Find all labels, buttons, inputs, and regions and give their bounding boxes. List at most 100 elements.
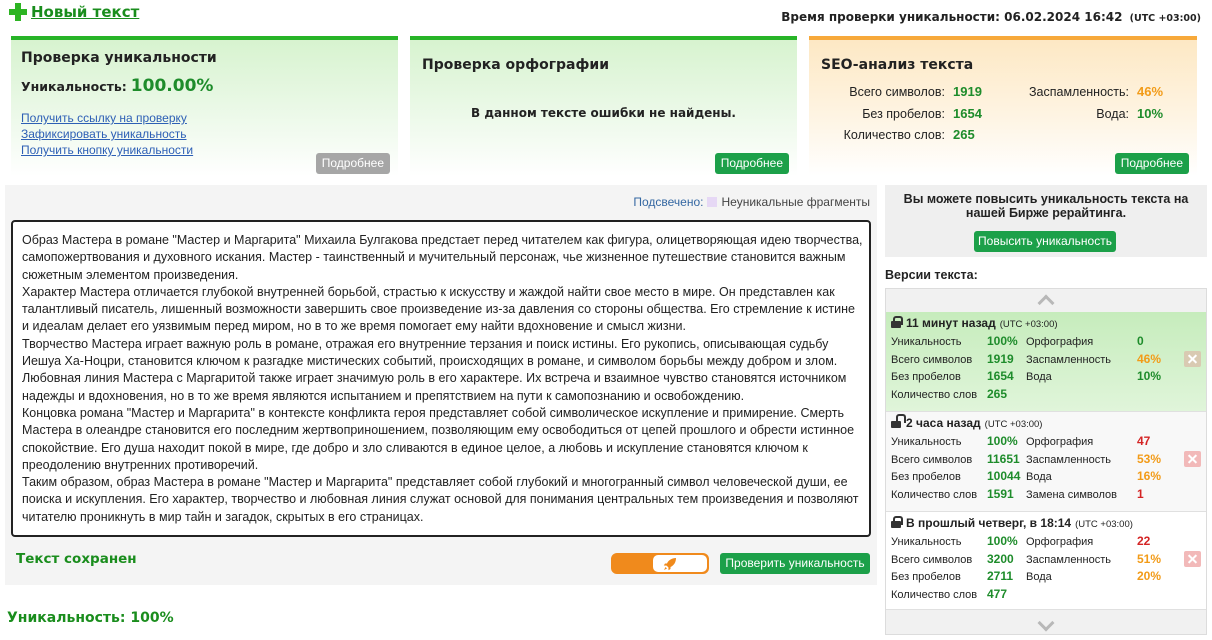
versions-panel: 11 минут назад (UTC +03:00) Уникальность 10…: [885, 288, 1207, 635]
delete-version-button[interactable]: [1184, 551, 1201, 567]
article-paragraph: Любовная линия Мастера с Маргаритой такж…: [22, 371, 847, 403]
version-stat-label: Без пробелов: [891, 471, 961, 483]
seo-stat-value: 1654: [953, 105, 982, 121]
version-stat-value: 10044: [987, 469, 1021, 483]
version-stat-label: Орфография: [1026, 536, 1094, 548]
version-time: 2 часа назад: [906, 416, 981, 430]
version-stat-value: 2711: [987, 569, 1014, 583]
highlight-label: Подсвечено:: [633, 195, 704, 209]
version-stat-label: Орфография: [1026, 436, 1094, 448]
article-paragraph: Таким образом, образ Мастера в романе "М…: [22, 475, 859, 524]
version-stat-label: Вода: [1026, 371, 1052, 383]
spelling-card: Проверка орфографии В данном тексте ошиб…: [410, 36, 797, 176]
version-stats-row: Без пробелов 2711 Вода 20%: [891, 568, 1161, 586]
seo-stat-label: Вода:: [1096, 106, 1129, 121]
version-stats: Уникальность 100% Орфография 0 Всего символо…: [891, 333, 1161, 403]
versions-list: 11 минут назад (UTC +03:00) Уникальность 10…: [886, 312, 1206, 610]
version-stats-row: Без пробелов 1654 Вода 10%: [891, 368, 1161, 386]
get-uniqueness-button-link[interactable]: Получить кнопку уникальности: [21, 143, 193, 157]
version-stat-value: 100%: [987, 334, 1018, 348]
lock-icon[interactable]: [891, 316, 903, 328]
version-stat-label: Всего символов: [891, 553, 973, 566]
spelling-message: В данном тексте ошибки не найдены.: [471, 106, 736, 120]
new-text-label[interactable]: Новый текст: [31, 3, 139, 21]
fix-uniqueness-link[interactable]: Зафиксировать уникальность: [21, 127, 187, 141]
version-time: В прошлый четверг, в 18:14: [906, 516, 1072, 530]
seo-stat-label: Всего символов:: [849, 85, 945, 99]
version-stat-label: Уникальность: [891, 336, 962, 348]
article-paragraph: Характер Мастера отличается глубокой вну…: [22, 284, 855, 334]
highlight-legend: Подсвечено: Неуникальные фрагменты: [633, 195, 870, 209]
check-uniqueness-button[interactable]: Проверить уникальность: [720, 553, 870, 574]
version-stat-value: 0: [1137, 334, 1144, 348]
version-stat-label: Уникальность: [891, 436, 962, 448]
seo-stat-label: Без пробелов:: [862, 106, 945, 121]
toggle-knob[interactable]: [653, 555, 707, 572]
saved-status: Текст сохранен: [16, 551, 137, 567]
version-header: 2 часа назад (UTC +03:00): [891, 412, 1042, 434]
version-stats-row: Всего символов 11651 Заспамленность 53%: [891, 451, 1161, 469]
version-timezone: (UTC +03:00): [984, 419, 1043, 430]
check-time-timezone: (UTC +03:00): [1129, 13, 1201, 24]
version-stat-value: 16%: [1137, 469, 1162, 483]
get-check-link[interactable]: Получить ссылку на проверку: [21, 111, 187, 125]
chevron-down-icon[interactable]: [1037, 614, 1055, 632]
version-time: 11 минут назад: [906, 316, 996, 330]
highlight-swatch: [707, 197, 718, 207]
version-stat-label: Без пробелов: [891, 371, 961, 383]
spelling-more-button[interactable]: Подробнее: [714, 153, 789, 174]
seo-stat-label: Заспамленность:: [1028, 85, 1129, 99]
unlock-icon[interactable]: [891, 414, 906, 428]
version-stat-label: Всего символов: [891, 353, 973, 366]
uniqueness-more-button[interactable]: Подробнее: [315, 153, 390, 174]
new-text-link[interactable]: Новый текст: [9, 2, 139, 22]
version-stat-label: Уникальность: [891, 536, 962, 548]
uniqueness-value: 100.00%: [130, 76, 214, 96]
version-stats-row: Всего символов 3200 Заспамленность 51%: [891, 551, 1161, 569]
version-stat-label: Количество слов: [891, 488, 978, 501]
versions-title: Версии текста:: [885, 268, 978, 282]
version-stats: Уникальность 100% Орфография 47 Всего символ…: [891, 433, 1161, 503]
check-time-value: 06.02.2024 16:42: [1004, 10, 1123, 24]
version-item[interactable]: В прошлый четверг, в 18:14 (UTC +03:00) Ун…: [886, 512, 1206, 610]
version-item[interactable]: 11 минут назад (UTC +03:00) Уникальность 10…: [886, 312, 1206, 412]
seo-more-button[interactable]: Подробнее: [1114, 153, 1189, 174]
plus-icon[interactable]: [9, 3, 27, 21]
delete-version-button[interactable]: [1184, 451, 1201, 467]
uniqueness-card: Проверка уникальности Уникальность: 100.0…: [11, 36, 398, 176]
rocket-toggle[interactable]: [611, 553, 709, 574]
check-time-label: Время проверки уникальности:: [781, 10, 1000, 24]
lock-icon[interactable]: [891, 516, 903, 528]
chevron-up-icon[interactable]: [1037, 294, 1055, 312]
article-text-area[interactable]: Образ Мастера в романе "Мастер и Маргари…: [11, 220, 871, 537]
version-stat-label: Заспамленность: [1026, 353, 1111, 366]
delete-version-button[interactable]: [1184, 351, 1201, 367]
version-stats-row: Без пробелов 10044 Вода 16%: [891, 468, 1161, 486]
version-stat-label: Вода: [1026, 471, 1052, 483]
version-stat-label: Количество слов: [891, 388, 978, 401]
version-item[interactable]: 2 часа назад (UTC +03:00) Уникальность 100%…: [886, 412, 1206, 512]
version-stat-label: Всего символов: [891, 453, 973, 466]
version-stat-value: 1: [1137, 486, 1144, 501]
version-header: В прошлый четверг, в 18:14 (UTC +03:00): [891, 512, 1133, 534]
article-text: Образ Мастера в романе "Мастер и Маргари…: [22, 232, 864, 526]
boost-uniqueness-button[interactable]: Повысить уникальность: [974, 231, 1116, 252]
version-stat-value: 100%: [987, 434, 1018, 448]
version-stat-value: 265: [987, 386, 1008, 401]
version-stat-value: 51%: [1137, 551, 1162, 566]
seo-stat-row: Заспамленность: 46%: [989, 81, 1163, 103]
version-stat-value: 1654: [987, 369, 1014, 383]
version-stat-value: 46%: [1137, 351, 1162, 366]
version-stat-value: 100%: [987, 534, 1018, 548]
version-stat-value: 53%: [1137, 451, 1162, 466]
seo-stats-left: Всего символов: 1919 Без пробелов: 1654 Ко…: [809, 81, 982, 146]
check-time: Время проверки уникальности: 06.02.2024 …: [781, 10, 1201, 24]
article-section: Подсвечено: Неуникальные фрагменты Образ…: [5, 185, 877, 585]
version-stat-value: 22: [1137, 534, 1151, 548]
article-paragraph: Образ Мастера в романе "Мастер и Маргари…: [22, 233, 863, 282]
version-stats-row: Уникальность 100% Орфография 0: [891, 333, 1161, 351]
version-stat-value: 10%: [1137, 369, 1162, 383]
seo-stat-row: Количество слов: 265: [809, 124, 982, 146]
article-paragraph: Концовка романа "Мастер и Маргарита" в к…: [22, 405, 855, 472]
version-timezone: (UTC +03:00): [1075, 519, 1133, 530]
